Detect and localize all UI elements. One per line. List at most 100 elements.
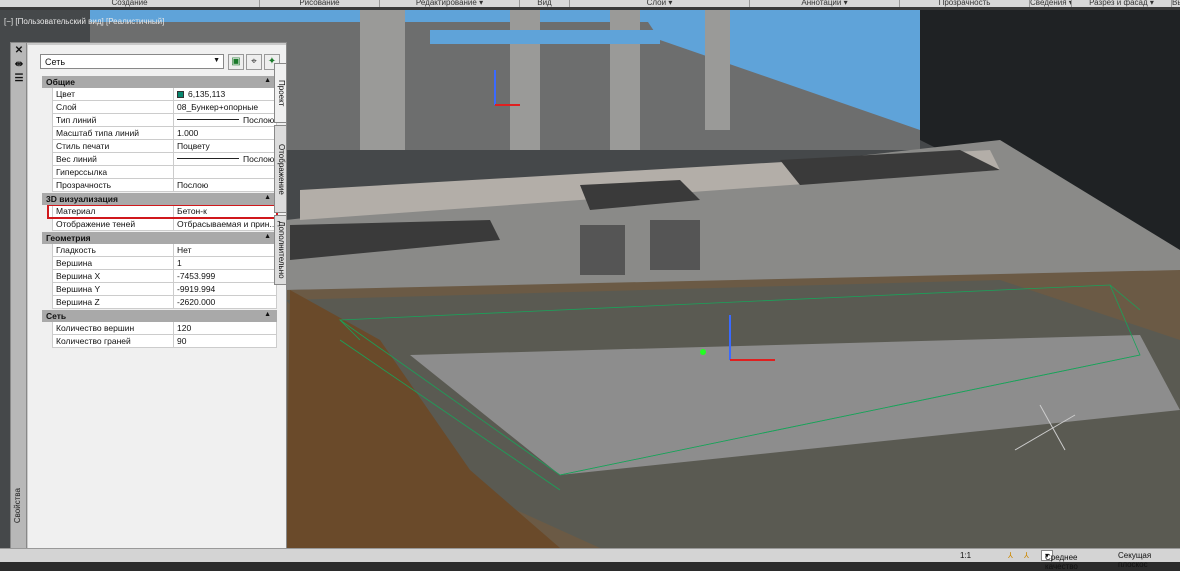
- chevron-down-icon: ▼: [213, 57, 220, 64]
- section-plane-label[interactable]: Секущая плоскос: [1118, 551, 1180, 569]
- property-value-text: Нет: [177, 245, 192, 255]
- property-row[interactable]: Вершина 1: [52, 257, 277, 270]
- property-name: Вершина X: [52, 270, 174, 282]
- property-row[interactable]: Стиль печати Поцвету: [52, 140, 277, 153]
- property-value[interactable]: 6,135,113: [174, 88, 277, 100]
- property-name: Стиль печати: [52, 140, 174, 152]
- property-value[interactable]: Бетон-к: [174, 205, 277, 217]
- line-sample: [177, 119, 239, 120]
- section-header[interactable]: Общие ▲: [42, 76, 277, 88]
- section-header[interactable]: 3D визуализация ▲: [42, 193, 277, 205]
- property-value[interactable]: -7453.999: [174, 270, 277, 282]
- property-row[interactable]: Количество граней 90: [52, 335, 277, 348]
- property-row[interactable]: Цвет 6,135,113: [52, 88, 277, 101]
- property-value[interactable]: 1.000: [174, 127, 277, 139]
- property-value[interactable]: Отбрасываемая и прин...: [174, 218, 277, 230]
- property-row[interactable]: Гладкость Нет: [52, 244, 277, 257]
- property-name: Вес линий: [52, 153, 174, 165]
- collapse-icon[interactable]: ▲: [264, 311, 271, 318]
- ribbon-panel-label[interactable]: Вид: [520, 0, 570, 7]
- property-row[interactable]: Вершина Y -9919.994: [52, 283, 277, 296]
- line-sample: [177, 158, 239, 159]
- property-value[interactable]: [174, 166, 277, 178]
- tab-display[interactable]: Отображение: [274, 125, 287, 213]
- ribbon-panel-label[interactable]: Рисование: [260, 0, 380, 7]
- property-value[interactable]: -9919.994: [174, 283, 277, 295]
- ribbon-panel-bar: Создание Рисование Редактирование ▾ Вид Слои…: [0, 0, 1180, 10]
- property-row[interactable]: Вершина Z -2620.000: [52, 296, 277, 309]
- properties-menu-icon[interactable]: ☰: [12, 73, 26, 85]
- property-name: Масштаб типа линий: [52, 127, 174, 139]
- palette-title: Свойства: [13, 487, 22, 523]
- auto-hide-icon[interactable]: ⇹: [12, 59, 26, 71]
- property-name: Слой: [52, 101, 174, 113]
- section-header[interactable]: Геометрия ▲: [42, 232, 277, 244]
- property-row[interactable]: Материал Бетон-к: [47, 204, 278, 219]
- ribbon-panel-label[interactable]: Слои ▾: [570, 0, 750, 7]
- section-title: 3D визуализация: [46, 194, 118, 204]
- color-swatch: [177, 91, 184, 98]
- toggle-pickadd-button[interactable]: ▣: [228, 54, 244, 70]
- property-row[interactable]: Слой 08_Бункер+опорные: [52, 101, 277, 114]
- select-objects-button[interactable]: ⌖: [246, 54, 262, 70]
- palette-title-bar[interactable]: ✕ ⇹ ☰ Свойства: [11, 43, 27, 549]
- property-value[interactable]: Послою: [174, 153, 277, 165]
- tab-additional[interactable]: Дополнительно: [274, 215, 287, 285]
- property-row[interactable]: Масштаб типа линий 1.000: [52, 127, 277, 140]
- property-value-text: Отбрасываемая и прин...: [177, 219, 277, 229]
- section-header[interactable]: Сеть ▲: [42, 310, 277, 322]
- ribbon-panel-label[interactable]: Редактирование ▾: [380, 0, 520, 7]
- property-value[interactable]: Поцвету: [174, 140, 277, 152]
- object-type-value: Сеть: [45, 57, 66, 67]
- ribbon-panel-label[interactable]: Разрез и фасад ▾: [1072, 0, 1172, 7]
- quality-dropdown[interactable]: Среднее качество ▾: [1041, 550, 1078, 571]
- close-icon[interactable]: ✕: [12, 45, 26, 57]
- property-name: Вершина Y: [52, 283, 174, 295]
- collapse-icon[interactable]: ▲: [264, 194, 271, 201]
- section-title: Геометрия: [46, 233, 91, 243]
- property-value-text: 6,135,113: [188, 89, 226, 99]
- property-value[interactable]: Послою: [174, 179, 277, 191]
- ribbon-panel-label[interactable]: Сведения ▾: [1030, 0, 1072, 7]
- ribbon-panel-label[interactable]: Выносные элементы: [1172, 0, 1180, 7]
- quality-value: Среднее качество: [1045, 553, 1078, 571]
- property-row[interactable]: Тип линий Послою: [52, 114, 277, 127]
- property-value[interactable]: 90: [174, 335, 277, 347]
- ribbon-panel-label[interactable]: Прозрачность: [900, 0, 1030, 7]
- annotation-visibility-icon[interactable]: ⅄: [1008, 551, 1013, 560]
- property-row[interactable]: Гиперссылка: [52, 166, 277, 179]
- property-value-text: Поцвету: [177, 141, 210, 151]
- property-value[interactable]: Нет: [174, 244, 277, 256]
- ribbon-panel-label[interactable]: Создание: [0, 0, 260, 7]
- property-value-text: -2620.000: [177, 297, 216, 307]
- property-value-text: Послою: [177, 180, 209, 190]
- property-value-text: -7453.999: [177, 271, 216, 281]
- property-value[interactable]: 120: [174, 322, 277, 334]
- tab-project[interactable]: Проект: [274, 63, 287, 123]
- property-value[interactable]: Послою: [174, 114, 277, 126]
- property-row[interactable]: Прозрачность Послою: [52, 179, 277, 192]
- section-title: Сеть: [46, 311, 67, 321]
- collapse-icon[interactable]: ▲: [264, 77, 271, 84]
- property-name: Гиперссылка: [52, 166, 174, 178]
- property-row[interactable]: Вес линий Послою: [52, 153, 277, 166]
- property-row[interactable]: Количество вершин 120: [52, 322, 277, 335]
- collapse-icon[interactable]: ▲: [264, 233, 271, 240]
- property-name: Тип линий: [52, 114, 174, 126]
- property-row[interactable]: Вершина X -7453.999: [52, 270, 277, 283]
- property-name: Гладкость: [52, 244, 174, 256]
- property-value-text: -9919.994: [177, 284, 216, 294]
- property-name: Отображение теней: [52, 218, 174, 230]
- viewport-label[interactable]: [−] [Пользовательский вид] [Реалистичный…: [4, 17, 164, 26]
- property-value[interactable]: 08_Бункер+опорные: [174, 101, 277, 113]
- property-value[interactable]: 1: [174, 257, 277, 269]
- auto-scale-icon[interactable]: ⅄: [1024, 551, 1029, 560]
- property-row[interactable]: Отображение теней Отбрасываемая и прин...: [52, 218, 277, 231]
- property-name: Вершина: [52, 257, 174, 269]
- object-type-select[interactable]: Сеть ▼: [40, 54, 224, 69]
- property-value-text: 08_Бункер+опорные: [177, 102, 259, 112]
- ribbon-panel-label[interactable]: Аннотации ▾: [750, 0, 900, 7]
- property-name: Вершина Z: [52, 296, 174, 308]
- property-value[interactable]: -2620.000: [174, 296, 277, 308]
- annotation-scale[interactable]: 1:1: [960, 551, 971, 560]
